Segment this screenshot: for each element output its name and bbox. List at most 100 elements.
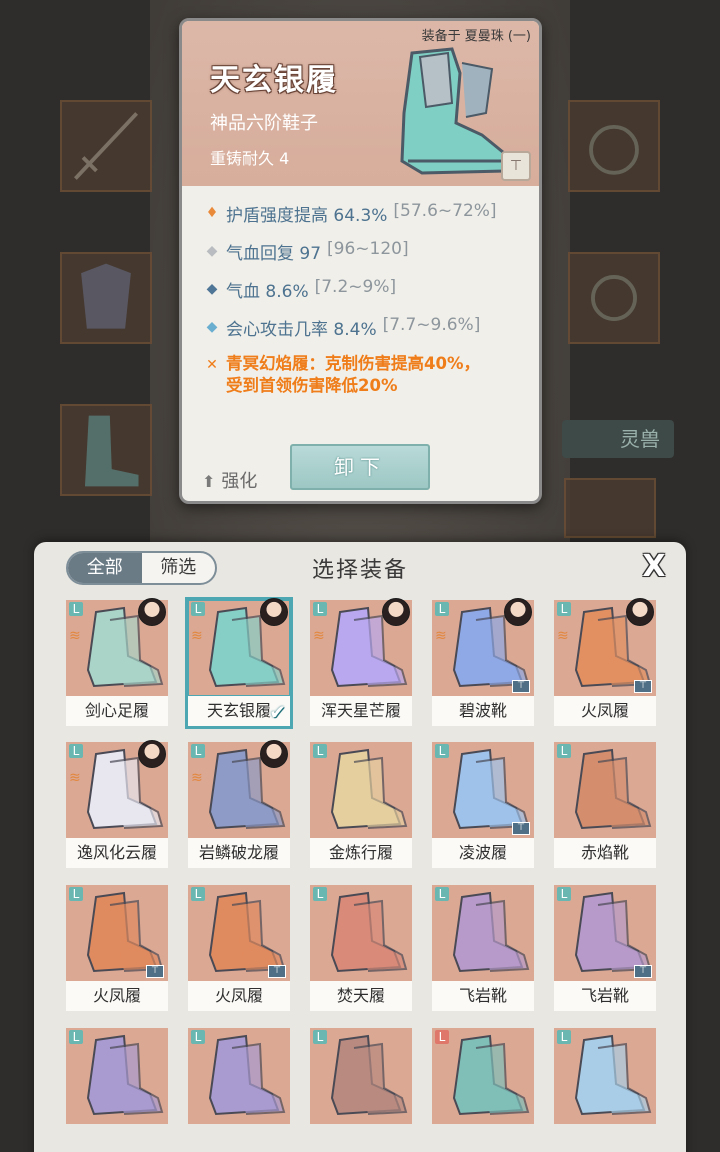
boot-type-icon: L <box>191 1030 205 1044</box>
stat-list: ♦ 护盾强度提高 64.3% [57.6~72%] ◆ 气血回复 97 [96~… <box>198 201 533 397</box>
pet-tab-label: 灵兽 <box>620 427 660 451</box>
boots-slot[interactable] <box>60 404 152 496</box>
boots-icon <box>84 415 139 487</box>
set-effect-icon: ✕ <box>206 357 218 373</box>
equipment-card[interactable]: L ≋ 岩鳞破龙履 <box>188 740 290 868</box>
equipment-name: 凌波履 <box>432 838 534 868</box>
boot-type-icon: L <box>191 602 205 616</box>
equipment-name: 碧波靴 <box>432 696 534 726</box>
pet-tab[interactable]: 灵兽 <box>562 420 674 458</box>
diamond-grey-icon: ◆ <box>206 243 218 259</box>
equipment-card[interactable]: L ≋ ⊤ 火凤履 <box>554 598 656 726</box>
equipment-card[interactable]: L ⊤ 飞岩靴 <box>554 885 656 1011</box>
boot-type-icon: L <box>69 1030 83 1044</box>
equipped-by-label: 装备于 夏曼珠 (一) <box>421 29 531 44</box>
select-equipment-panel: 选择装备 全部 筛选 X L ≋ 剑心足履 L ≋ 天玄银履 ✔ L ≋ 浑天星芒履 L ≋ ⊤ 碧波靴 L… <box>34 542 686 1152</box>
equipment-card[interactable]: L ⊤ 凌波履 <box>432 742 534 868</box>
boot-type-icon: L <box>435 1030 449 1044</box>
owner-avatar <box>504 598 532 626</box>
equipment-card[interactable]: L <box>432 1028 534 1152</box>
equipment-card[interactable]: L 赤焰靴 <box>554 742 656 868</box>
set-bonus-icon: ≋ <box>69 770 81 786</box>
equipment-card[interactable]: L <box>310 1028 412 1152</box>
owner-avatar <box>260 598 288 626</box>
accessory-slot-2[interactable] <box>568 252 660 344</box>
weapon-slot[interactable] <box>60 100 152 192</box>
equipment-card[interactable]: L ≋ ⊤ 碧波靴 <box>432 598 534 726</box>
boot-type-icon: L <box>69 744 83 758</box>
set-bonus-icon: ≋ <box>435 628 447 644</box>
boot-type-icon: L <box>435 602 449 616</box>
equipment-card[interactable]: L 焚天履 <box>310 885 412 1011</box>
set-bonus-icon: ≋ <box>313 628 325 644</box>
stat-row: ◆ 气血回复 97 [96~120] <box>198 239 533 277</box>
item-name: 天玄银履 <box>210 63 338 98</box>
set-effect-row: ✕ 青冥幻焰履：克制伤害提高40%， 受到首领伤害降低20% <box>198 353 533 397</box>
equipment-name: 焚天履 <box>310 981 412 1011</box>
arrow-up-icon: ⬆ <box>202 472 216 491</box>
item-grade: 神品六阶鞋子 <box>210 113 318 134</box>
boot-type-icon: L <box>313 744 327 758</box>
pet-slot[interactable] <box>564 478 656 538</box>
sword-icon <box>73 112 139 180</box>
lock-button[interactable]: ⊤ <box>501 151 531 181</box>
armor-icon <box>81 263 131 329</box>
lock-icon: ⊤ <box>634 680 652 693</box>
equipment-name: 飞岩靴 <box>432 981 534 1011</box>
upgrade-button[interactable]: ⬆ 强化 <box>202 467 257 493</box>
recast-durability: 重铸耐久 4 <box>210 149 290 168</box>
stat-row: ◆ 气血 8.6% [7.2~9%] <box>198 277 533 315</box>
equipment-card[interactable]: L ⊤ 火凤履 <box>188 885 290 1011</box>
boot-artwork-icon <box>400 47 506 175</box>
diamond-blue-icon: ◆ <box>206 281 218 297</box>
equipment-card[interactable]: L <box>188 1028 290 1152</box>
equipment-card[interactable]: L ≋ 天玄银履 ✔ <box>185 597 293 729</box>
equipment-name: 火凤履 <box>66 981 168 1011</box>
equipment-name: 剑心足履 <box>66 696 168 726</box>
owner-avatar <box>626 598 654 626</box>
accessory-slot-1[interactable] <box>568 100 660 192</box>
diamond-lightblue-icon: ◆ <box>206 319 218 335</box>
stat-row: ◆ 会心攻击几率 8.4% [7.7~9.6%] <box>198 315 533 353</box>
tooltip-header: 装备于 夏曼珠 (一) 天玄银履 神品六阶鞋子 重铸耐久 4 ⊤ <box>182 21 539 186</box>
boot-type-icon: L <box>435 744 449 758</box>
boot-type-icon: L <box>557 1030 571 1044</box>
equipment-name: 逸风化云履 <box>66 838 168 868</box>
unequip-button[interactable]: 卸下 <box>290 444 430 490</box>
equipment-card[interactable]: L ≋ 浑天星芒履 <box>310 598 412 726</box>
equipment-tooltip: 装备于 夏曼珠 (一) 天玄银履 神品六阶鞋子 重铸耐久 4 ⊤ ♦ 护盾强度提… <box>179 18 542 504</box>
boot-type-icon: L <box>435 887 449 901</box>
equipment-name: 金炼行履 <box>310 838 412 868</box>
lock-icon: ⊤ <box>146 965 164 978</box>
equipment-name: 飞岩靴 <box>554 981 656 1011</box>
boot-type-icon: L <box>557 887 571 901</box>
set-effect-line-2: 受到首领伤害降低20% <box>226 376 398 395</box>
equipment-card[interactable]: L ≋ 逸风化云履 <box>66 740 168 868</box>
stat-range: [96~120] <box>327 239 409 259</box>
equipment-card[interactable]: L ≋ 剑心足履 <box>66 598 168 726</box>
boot-type-icon: L <box>313 887 327 901</box>
shield-boost-icon: ♦ <box>205 205 219 221</box>
boot-type-icon: L <box>557 744 571 758</box>
lock-icon: ⊤ <box>634 965 652 978</box>
equipment-card[interactable]: L <box>66 1028 168 1152</box>
set-bonus-icon: ≋ <box>69 628 81 644</box>
equipment-card[interactable]: L ⊤ 火凤履 <box>66 885 168 1011</box>
boot-type-icon: L <box>69 602 83 616</box>
boot-type-icon: L <box>191 744 205 758</box>
set-effect-line-1: 青冥幻焰履：克制伤害提高40%， <box>226 354 480 373</box>
equipment-card[interactable]: L 金炼行履 <box>310 742 412 868</box>
upgrade-label: 强化 <box>221 471 258 492</box>
armor-slot[interactable] <box>60 252 152 344</box>
equipment-name: 浑天星芒履 <box>310 696 412 726</box>
set-effect-text: 青冥幻焰履：克制伤害提高40%， 受到首领伤害降低20% <box>226 353 480 397</box>
set-bonus-icon: ≋ <box>557 628 569 644</box>
equipment-name: 岩鳞破龙履 <box>188 838 290 868</box>
check-icon: ✔ <box>269 700 286 724</box>
lock-icon: ⊤ <box>268 965 286 978</box>
stat-text: 气血回复 97 <box>226 244 322 264</box>
equipment-card[interactable]: L <box>554 1028 656 1152</box>
boot-type-icon: L <box>313 1030 327 1044</box>
pendant-icon <box>589 124 639 175</box>
equipment-card[interactable]: L 飞岩靴 <box>432 885 534 1011</box>
